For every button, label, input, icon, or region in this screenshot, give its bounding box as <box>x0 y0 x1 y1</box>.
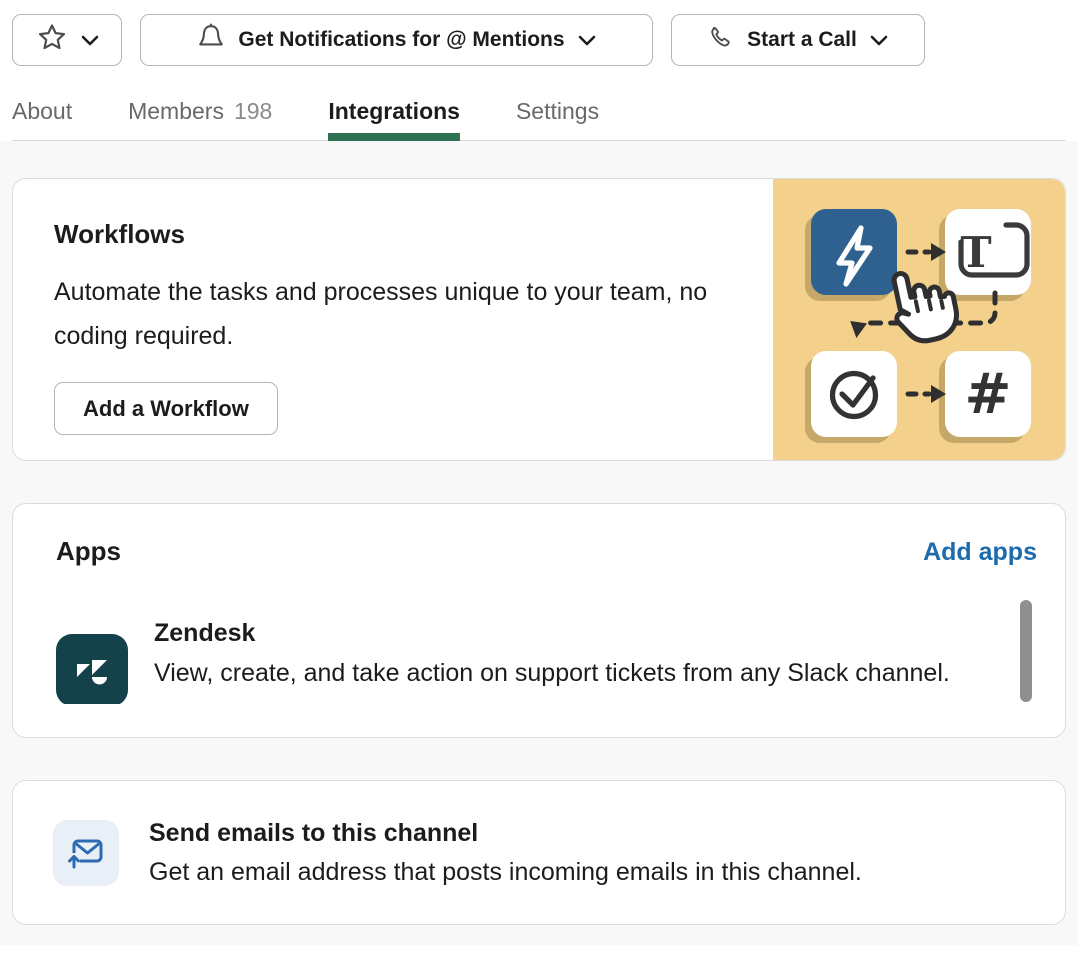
send-emails-description: Get an email address that posts incoming… <box>149 858 862 887</box>
tab-members-count: 198 <box>234 98 272 124</box>
text-snippet-tile-icon: T <box>945 209 1031 295</box>
app-name: Zendesk <box>154 616 950 650</box>
star-icon <box>36 21 68 59</box>
start-call-button[interactable]: Start a Call <box>671 14 925 66</box>
tab-members[interactable]: Members 198 <box>128 98 272 140</box>
star-channel-button[interactable] <box>12 14 122 66</box>
workflows-illustration: T # <box>773 179 1065 460</box>
workflows-card-content: Workflows Automate the tasks and process… <box>13 179 773 460</box>
workflows-title: Workflows <box>54 219 753 250</box>
apps-card-header: Apps Add apps <box>56 536 1037 567</box>
notifications-button-label: Get Notifications for @ Mentions <box>238 28 564 52</box>
tab-settings[interactable]: Settings <box>516 98 599 140</box>
lightning-tile-icon <box>811 209 897 295</box>
workflows-card: Workflows Automate the tasks and process… <box>12 178 1066 461</box>
channel-details-tabs: About Members 198 Integrations Settings <box>12 98 1066 141</box>
incoming-email-icon <box>64 831 108 875</box>
toolbar: Get Notifications for @ Mentions Start a… <box>12 14 1066 66</box>
tab-about[interactable]: About <box>12 98 72 140</box>
svg-text:T: T <box>960 228 991 277</box>
tab-about-label: About <box>12 98 72 124</box>
workflows-description: Automate the tasks and processes unique … <box>54 270 734 358</box>
svg-text:#: # <box>965 362 1012 427</box>
integrations-tab-panel: Workflows Automate the tasks and process… <box>0 141 1078 945</box>
apps-card: Apps Add apps Zendesk View, create, a <box>12 503 1066 738</box>
channel-details-header: Get Notifications for @ Mentions Start a… <box>0 0 1078 141</box>
chevron-down-icon <box>81 28 99 52</box>
apps-list: Zendesk View, create, and take action on… <box>56 616 1037 704</box>
send-emails-title: Send emails to this channel <box>149 819 862 848</box>
tab-settings-label: Settings <box>516 98 599 124</box>
check-circle-tile-icon <box>811 351 897 437</box>
phone-icon <box>708 24 734 56</box>
chevron-down-icon <box>870 28 888 52</box>
send-emails-card[interactable]: Send emails to this channel Get an email… <box>12 780 1066 925</box>
list-item-zendesk[interactable]: Zendesk View, create, and take action on… <box>56 616 1037 704</box>
tab-integrations[interactable]: Integrations <box>328 98 460 140</box>
tab-members-label: Members <box>128 98 224 124</box>
app-description: View, create, and take action on support… <box>154 654 950 692</box>
add-apps-link[interactable]: Add apps <box>923 538 1037 567</box>
apps-title: Apps <box>56 536 121 567</box>
send-emails-text: Send emails to this channel Get an email… <box>149 819 862 887</box>
apps-list-scrollbar-thumb[interactable] <box>1020 600 1032 702</box>
app-info: Zendesk View, create, and take action on… <box>154 616 950 704</box>
email-icon-box <box>53 820 119 886</box>
zendesk-logo-icon <box>70 648 114 692</box>
zendesk-app-icon <box>56 634 128 704</box>
channel-hash-tile-icon: # <box>945 351 1031 437</box>
chevron-down-icon <box>578 28 596 52</box>
add-workflow-button[interactable]: Add a Workflow <box>54 382 278 435</box>
tab-integrations-label: Integrations <box>328 98 460 124</box>
start-call-button-label: Start a Call <box>747 28 857 52</box>
notifications-dropdown-button[interactable]: Get Notifications for @ Mentions <box>140 14 653 66</box>
bell-icon <box>197 22 225 58</box>
